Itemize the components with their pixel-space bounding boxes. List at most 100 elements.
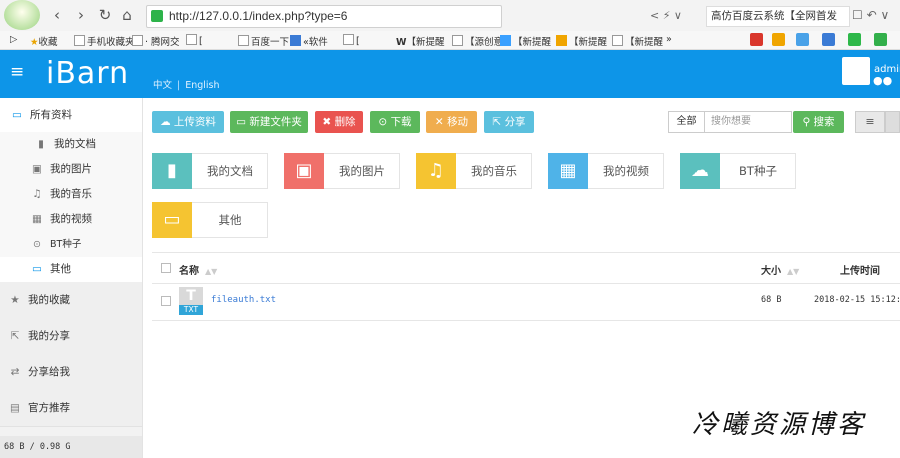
folder-icon: ▭ [32, 263, 42, 275]
share-icon: ⇱ [492, 116, 505, 128]
sidebar-item-documents[interactable]: ▮ 我的文档 [0, 132, 142, 158]
sidebar-item-bt[interactable]: ⊙ BT种子 [0, 232, 142, 258]
storage-usage: 68 B / 0.98 G [0, 436, 142, 458]
extension-icon[interactable] [772, 33, 785, 46]
doc-icon: ▮ [38, 138, 44, 150]
file-upload-time: 2018-02-15 15:12:2 [814, 295, 900, 305]
category-documents[interactable]: ▮ 我的文档 [152, 153, 268, 189]
sidebar-item-videos[interactable]: ▦ 我的视频 [0, 207, 142, 233]
bookmarks-more[interactable]: » [666, 34, 672, 45]
col-time-header[interactable]: 上传时间 [840, 262, 880, 277]
cloud-download-icon: ☁ [680, 153, 720, 189]
sidebar-item-shared-to-me[interactable]: ⇄ 分享给我 [0, 354, 142, 391]
page-icon [500, 35, 511, 46]
sidebar: ▭ 所有资料 ▮ 我的文档 ▣ 我的图片 ♫ 我的音乐 ▦ 我的视频 ⊙ BT种子 ▭ 其他 … [0, 98, 143, 458]
select-all-checkbox[interactable] [161, 263, 171, 273]
bookmark-item[interactable]: «软件 [290, 34, 328, 48]
file-table-header: 名称 ▲▼ 大小 ▲▼ 上传时间 [152, 252, 900, 284]
lang-en-link[interactable]: English [185, 80, 219, 91]
bookmark-item[interactable]: 【新提醒 [612, 34, 663, 48]
refresh-icon[interactable]: ↻ [96, 6, 114, 24]
download-button[interactable]: ⊙ 下载 [370, 111, 420, 133]
lang-zh-link[interactable]: 中文 [153, 80, 172, 91]
language-switcher: 中文 | English [153, 80, 220, 91]
address-bar[interactable]: http://127.0.0.1/index.php?type=6 [146, 5, 502, 28]
file-size: 68 B [761, 295, 782, 305]
app-header: ≡ iBarn 中文|English admin ●● [0, 50, 900, 98]
search-scope[interactable]: 全部 [669, 112, 705, 132]
sidebar-item-all-files[interactable]: ▭ 所有资料 [0, 98, 142, 133]
grid-view-icon[interactable] [885, 111, 900, 133]
page-icon [612, 35, 623, 46]
sidebar-item-my-shares[interactable]: ⇱ 我的分享 [0, 318, 142, 355]
category-bt[interactable]: ☁ BT种子 [680, 153, 796, 189]
bookmark-item[interactable]: [ [186, 34, 203, 47]
bookmark-item[interactable]: 【新提醒 [500, 34, 551, 48]
bookmark-item[interactable]: 手机收藏夹 [74, 34, 135, 48]
search-icon: ⚲ [802, 116, 814, 128]
secure-shield-icon [151, 10, 163, 22]
category-other[interactable]: ▭ 其他 [152, 202, 268, 238]
page-icon [343, 34, 354, 45]
browser-toolbar: ‹ › ↻ ⌂ http://127.0.0.1/index.php?type=… [0, 0, 900, 32]
share-icon: ⇱ [10, 330, 20, 342]
gift-icon: ▤ [10, 402, 20, 414]
browser-avatar[interactable] [4, 0, 40, 30]
menu-icon[interactable]: ≡ [10, 64, 24, 81]
home-icon[interactable]: ⌂ [118, 6, 136, 24]
sidebar-item-other[interactable]: ▭ 其他 [0, 257, 142, 283]
sidebar-item-favorites[interactable]: ★ 我的收藏 [0, 282, 142, 319]
category-images[interactable]: ▣ 我的图片 [284, 153, 400, 189]
users-icon[interactable]: ●● [873, 74, 892, 87]
app-logo[interactable]: iBarn [46, 56, 129, 91]
sidebar-item-recommended[interactable]: ▤ 官方推荐 [0, 390, 142, 427]
bookmark-item[interactable]: 【新提醒 [556, 34, 607, 48]
search-input[interactable]: 全部 搜你想要 [668, 111, 792, 133]
extension-icon[interactable] [848, 33, 861, 46]
folder-plus-icon: ▭ [236, 116, 250, 128]
folder-open-icon: ▭ [152, 202, 192, 238]
file-name-link[interactable]: fileauth.txt [211, 295, 276, 305]
page-icon [290, 35, 301, 46]
image-icon: ▣ [32, 163, 42, 175]
bookmark-item[interactable]: 【源创意 [452, 34, 503, 48]
sidebar-item-images[interactable]: ▣ 我的图片 [0, 157, 142, 183]
category-videos[interactable]: ▦ 我的视频 [548, 153, 664, 189]
table-row[interactable]: T TXT fileauth.txt 68 B 2018-02-15 15:12… [152, 283, 900, 321]
extension-icon[interactable] [750, 33, 763, 46]
download-icon: ⊙ [378, 116, 391, 128]
address-url[interactable]: http://127.0.0.1/index.php?type=6 [169, 9, 347, 23]
share-button[interactable]: ⇱ 分享 [484, 111, 534, 133]
window-menu-icons[interactable]: ☐ ↶ ∨ [852, 8, 889, 22]
bookmark-item[interactable]: 百度一下 [238, 34, 289, 48]
move-button[interactable]: ✕ 移动 [426, 111, 477, 133]
row-checkbox[interactable] [161, 296, 171, 306]
list-view-icon[interactable]: ≡ [855, 111, 885, 133]
extension-icon[interactable] [822, 33, 835, 46]
txt-file-icon: T TXT [179, 287, 203, 315]
extension-icon[interactable] [874, 33, 887, 46]
bookmark-item[interactable]: W【新提醒 [396, 34, 445, 48]
page-icon [186, 34, 197, 45]
browser-search-box[interactable]: 高仿百度云系统【全网首发 [706, 6, 850, 27]
bookmark-item[interactable]: · 腾网交 [132, 34, 180, 48]
extension-icon[interactable] [796, 33, 809, 46]
user-avatar[interactable] [842, 57, 870, 85]
col-size-header[interactable]: 大小 ▲▼ [761, 262, 799, 277]
new-folder-button[interactable]: ▭ 新建文件夹 [230, 111, 308, 133]
bookmark-item[interactable]: [ [343, 34, 360, 47]
sort-icon: ▲▼ [205, 267, 218, 276]
col-name-header[interactable]: 名称 ▲▼ [179, 262, 217, 277]
video-icon: ▦ [32, 213, 42, 225]
bookmarks-toggle-icon[interactable]: ▷ [10, 34, 17, 45]
folder-open-icon: ▭ [12, 109, 22, 121]
upload-button[interactable]: ☁ 上传资料 [152, 111, 224, 133]
address-tools[interactable]: < ⚡ ∨ [650, 9, 682, 22]
search-button[interactable]: ⚲ 搜索 [793, 111, 844, 133]
category-music[interactable]: ♫ 我的音乐 [416, 153, 532, 189]
bookmark-item[interactable]: ★收藏 [30, 34, 58, 48]
sidebar-item-music[interactable]: ♫ 我的音乐 [0, 182, 142, 208]
forward-icon[interactable]: › [72, 6, 90, 24]
delete-button[interactable]: ✖ 删除 [315, 111, 363, 133]
back-icon[interactable]: ‹ [48, 6, 66, 24]
